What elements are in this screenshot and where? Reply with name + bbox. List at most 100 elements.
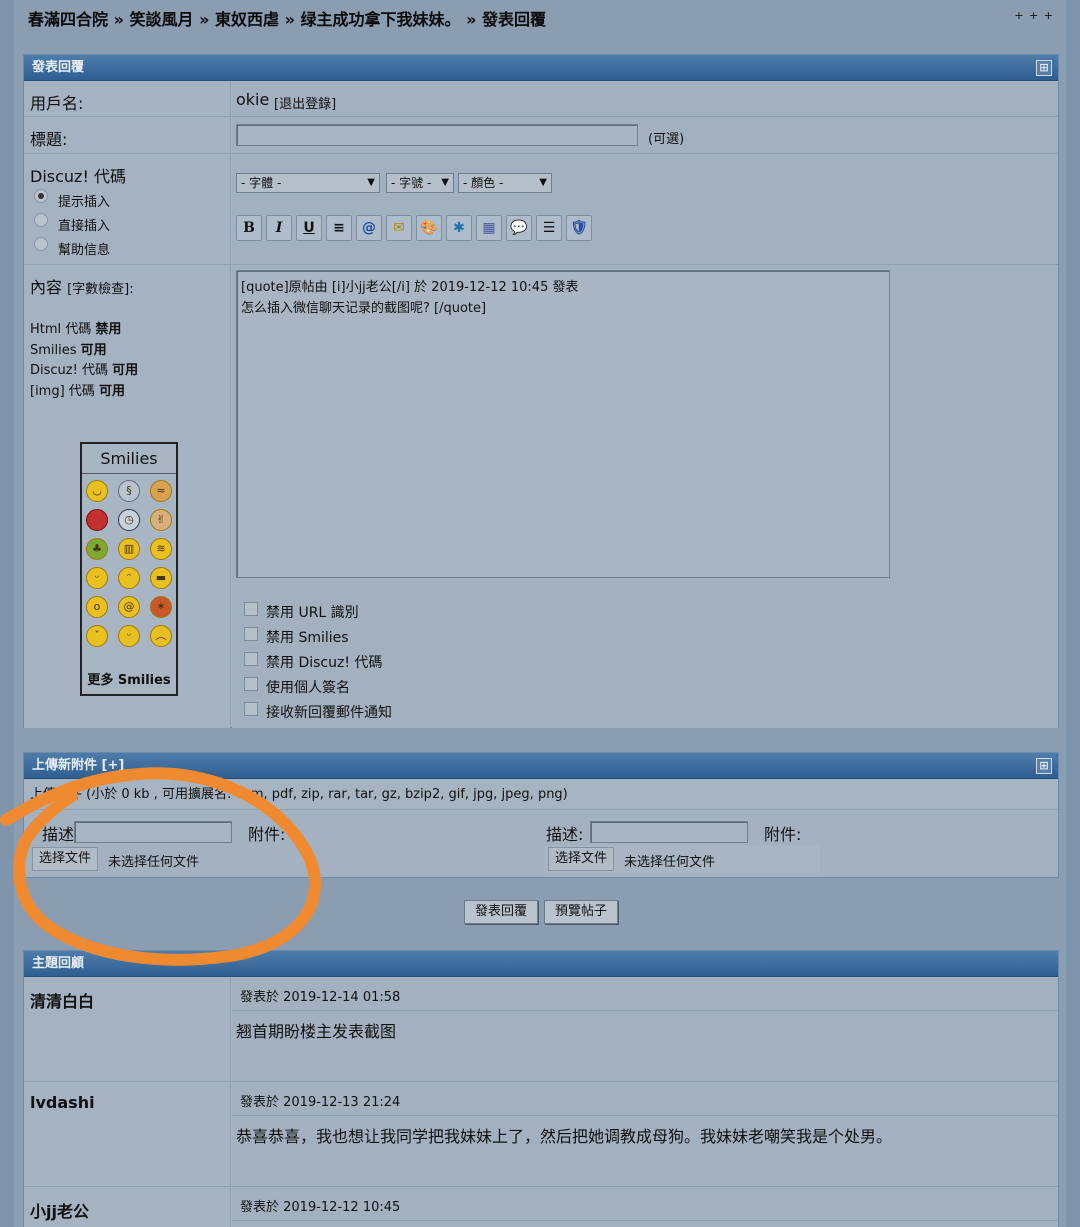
color-select[interactable]: - 顏色 - ▼ [458,173,552,193]
post-divider [232,1010,1058,1011]
attachment-panel-title[interactable]: 上傳新附件 [+] [32,758,124,773]
choose-file-button-2[interactable]: 选择文件 [548,847,615,871]
choose-file-button-1[interactable]: 选择文件 [32,847,99,871]
discuz-status-label: Discuz! 代碼 [30,363,108,378]
word-check-link[interactable]: [字數檢查]: [67,282,134,297]
more-smilies-link[interactable]: 更多 Smilies [82,669,176,688]
subject-row: 標題: (可選) [24,118,1058,154]
thread-review-panel: 主題回顧 清清白白 發表於 2019-12-14 01:58 翘首期盼楼主发表截… [23,950,1059,1227]
code-icon[interactable]: ▦ [476,215,502,241]
username-row: 用戶名: okie [退出登錄] [24,82,1058,117]
mode-radio-help[interactable] [34,237,48,251]
breadcrumb-forum-home[interactable]: 春滿四合院 [28,10,108,29]
disable-discuz-checkbox[interactable] [244,652,258,666]
attachment-panel: 上傳新附件 [+] ⊞ 上傳附件 (小於 0 kb , 可用擴展名: chm, … [23,752,1059,878]
description-input-2[interactable] [590,821,748,843]
url-icon[interactable]: @ [356,215,382,241]
breadcrumb-category[interactable]: 笑談風月 [130,10,194,29]
shy-icon[interactable]: ᵔ [118,567,140,589]
reply-panel-header: 發表回覆 ⊞ [24,55,1058,81]
preview-post-button[interactable]: 預覽帖子 [544,900,618,924]
use-signature-checkbox[interactable] [244,677,258,691]
cool-icon[interactable]: ▬ [150,567,172,589]
size-select-value: - 字號 - [391,176,432,190]
thread-review-header: 主題回顧 [24,951,1058,977]
attachment-info-text: (小於 0 kb , 可用擴展名: chm, pdf, zip, rar, ta… [86,787,568,802]
post-author: 小jj老公 [30,1202,89,1221]
message-textarea[interactable]: [quote]原帖由 [i]小jj老公[/i] 於 2019-12-12 10:… [236,270,890,578]
attachment-panel-header: 上傳新附件 [+] ⊞ [24,753,1058,779]
mode-radio-prompt[interactable] [34,189,48,203]
post-divider [232,1220,1058,1221]
size-select[interactable]: - 字號 - ▼ [386,173,454,193]
clock-icon[interactable]: ◷ [118,509,140,531]
happy-icon[interactable]: ᵕ [118,625,140,647]
smilies-title: Smilies [82,444,176,474]
smile-icon[interactable]: ◡ [86,480,108,502]
bold-icon[interactable]: B [236,215,262,241]
collapse-toggle-icon[interactable]: ⊞ [1036,758,1052,774]
font-select[interactable]: - 字體 - ▼ [236,173,380,193]
post-author: 清清白白 [30,992,95,1011]
mode-radio-direct[interactable] [34,213,48,227]
email-icon[interactable]: ✉ [386,215,412,241]
breadcrumb-separator: » [193,10,215,29]
breadcrumb-thread[interactable]: 绿主成功拿下我妹妹。 [301,10,461,29]
chevron-down-icon: ▼ [441,177,449,188]
list-icon[interactable]: ☰ [536,215,562,241]
reply-panel: 發表回覆 ⊞ 用戶名: okie [退出登錄] 標題: (可選) Discuz!… [23,54,1059,728]
description-input-1[interactable] [74,821,232,843]
collapse-toggle-icon[interactable]: ⊞ [1036,60,1052,76]
underline-icon[interactable]: U [296,215,322,241]
breadcrumb: 春滿四合院 » 笑談風月 » 東奴西虐 » 绿主成功拿下我妹妹。 » 發表回覆 [28,6,1068,30]
option-label: 禁用 Discuz! 代碼 [266,655,383,671]
breadcrumb-more-icon[interactable]: + + + [1014,9,1054,22]
italic-icon[interactable]: I [266,215,292,241]
subject-optional-note: (可選) [648,132,685,147]
lips-icon[interactable] [86,509,108,531]
email-notify-checkbox[interactable] [244,702,258,716]
quote-icon[interactable]: 💬 [506,215,532,241]
subject-input[interactable] [236,124,638,146]
html-status-value: 禁用 [95,322,122,337]
img-status-label: [img] 代碼 [30,383,95,399]
attachment-label: 附件: [248,825,286,844]
grin-icon[interactable]: ▥ [118,538,140,560]
align-center-icon[interactable]: ≡ [326,215,352,241]
logout-link[interactable]: [退出登錄] [274,93,336,112]
disable-smilies-checkbox[interactable] [244,627,258,641]
surprised-icon[interactable]: o [86,596,108,618]
sad-icon[interactable]: ︵ [150,625,172,647]
handshake-icon[interactable]: ≈ [150,480,172,502]
dizzy-icon[interactable]: @ [118,596,140,618]
attachment-info-prefix: 上傳附件 [30,787,83,802]
breadcrumb-board[interactable]: 東奴西虐 [215,10,279,29]
cry-icon[interactable]: ˇ [86,625,108,647]
breadcrumb-current: 發表回覆 [482,10,547,29]
submit-reply-button[interactable]: 發表回覆 [464,900,538,924]
code-status-list: Html 代碼 禁用 Smilies 可用 Discuz! 代碼 可用 [img… [30,320,138,402]
angry-icon[interactable]: ✶ [150,596,172,618]
flash-icon[interactable]: ✱ [446,215,472,241]
laugh-icon[interactable]: ≋ [150,538,172,560]
question-icon[interactable]: § [118,480,140,502]
post-body: 翘首期盼楼主发表截图 [236,1022,397,1041]
option-label: 禁用 Smilies [266,630,349,646]
smilies-status-value: 可用 [80,342,107,358]
discuz-status-value: 可用 [112,363,139,378]
username-value: okie [236,90,270,109]
smilies-status-label: Smilies [30,342,77,358]
hug-icon[interactable]: ♣ [86,538,108,560]
html-status: Html 代碼 禁用 [30,320,138,341]
chevron-down-icon: ▼ [367,177,375,188]
disable-url-checkbox[interactable] [244,602,258,616]
tongue-icon[interactable]: ᵕ [86,567,108,589]
image-icon[interactable]: 🎨 [416,215,442,241]
post-time: 發表於 2019-12-13 21:24 [240,1095,401,1110]
discuz-status: Discuz! 代碼 可用 [30,361,138,382]
option-label: 接收新回覆郵件通知 [266,705,392,721]
mode-option-label: 直接插入 [58,219,111,234]
hide-icon[interactable]: 🛡 [566,215,592,241]
post-time: 發表於 2019-12-14 01:58 [240,990,401,1005]
victory-icon[interactable]: ✌ [150,509,172,531]
